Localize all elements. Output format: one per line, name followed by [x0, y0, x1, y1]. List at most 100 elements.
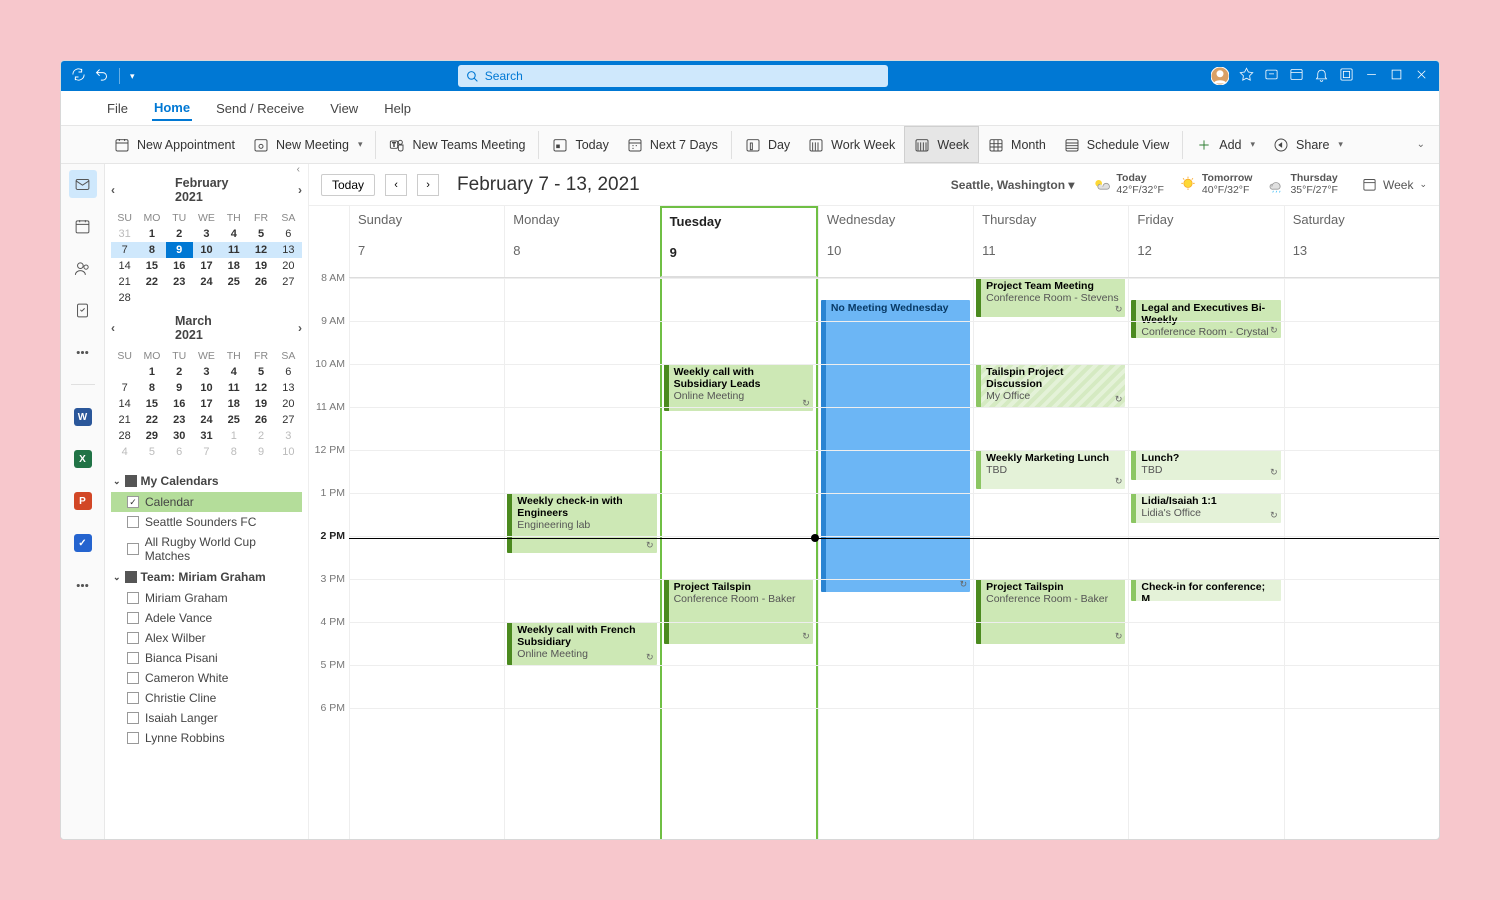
- word-rail-icon[interactable]: W: [69, 403, 97, 431]
- schedule-view-button[interactable]: Schedule View: [1055, 126, 1178, 163]
- mini-day[interactable]: [111, 364, 138, 380]
- calendar-group-header[interactable]: ⌄My Calendars: [111, 470, 302, 492]
- mini-day[interactable]: 12: [247, 242, 274, 258]
- group-checkbox[interactable]: [125, 475, 137, 487]
- calendar-event[interactable]: Weekly Marketing LunchTBD↻: [976, 450, 1125, 489]
- calendar-event[interactable]: Lidia/Isaiah 1:1Lidia's Office↻: [1131, 493, 1280, 523]
- mini-day[interactable]: 27: [275, 412, 302, 428]
- mini-day[interactable]: 13: [275, 242, 302, 258]
- close-icon[interactable]: [1414, 67, 1429, 85]
- mini-day[interactable]: 25: [220, 274, 247, 290]
- calendar-checkbox[interactable]: [127, 516, 139, 528]
- weather-location[interactable]: Seattle, Washington ▾: [951, 178, 1075, 192]
- mini-day[interactable]: 9: [166, 380, 193, 396]
- day-header[interactable]: Sunday7: [349, 206, 504, 277]
- menu-item-file[interactable]: File: [105, 97, 130, 120]
- tasks-rail-icon[interactable]: [69, 296, 97, 324]
- new-meeting-button[interactable]: New Meeting: [244, 126, 371, 163]
- mini-day[interactable]: 6: [275, 226, 302, 242]
- calendar-checkbox[interactable]: [127, 632, 139, 644]
- day-column[interactable]: Project Team MeetingConference Room - St…: [973, 278, 1128, 839]
- day-column[interactable]: [349, 278, 504, 839]
- calendar-item[interactable]: Seattle Sounders FC: [111, 512, 302, 532]
- mini-day[interactable]: 23: [166, 412, 193, 428]
- share-button[interactable]: Share: [1264, 126, 1352, 163]
- mini-day[interactable]: [193, 290, 220, 306]
- menu-item-send-receive[interactable]: Send / Receive: [214, 97, 306, 120]
- calendar-checkbox[interactable]: [127, 732, 139, 744]
- calendar-item[interactable]: Miriam Graham: [111, 588, 302, 608]
- calendar-rail-icon[interactable]: [69, 212, 97, 240]
- mini-day[interactable]: 21: [111, 274, 138, 290]
- mini-day[interactable]: 20: [275, 396, 302, 412]
- calendar-event[interactable]: Tailspin Project DiscussionMy Office↻: [976, 364, 1125, 407]
- mini-day[interactable]: 22: [138, 412, 165, 428]
- mini-day[interactable]: 24: [193, 274, 220, 290]
- mini-day[interactable]: 16: [166, 258, 193, 274]
- mini-day[interactable]: [220, 290, 247, 306]
- goto-today-button[interactable]: Today: [321, 174, 375, 196]
- next-week-button[interactable]: ›: [417, 174, 439, 196]
- mini-day[interactable]: 24: [193, 412, 220, 428]
- powerpoint-rail-icon[interactable]: P: [69, 487, 97, 515]
- calendar-event[interactable]: Project Team MeetingConference Room - St…: [976, 278, 1125, 317]
- calendar-checkbox[interactable]: [127, 543, 139, 555]
- mini-day[interactable]: 28: [111, 290, 138, 306]
- mini-day[interactable]: 8: [138, 380, 165, 396]
- qat-customize-icon[interactable]: ▾: [130, 71, 135, 82]
- mini-day[interactable]: 1: [220, 428, 247, 444]
- more-apps-icon[interactable]: [69, 571, 97, 599]
- calendar-event[interactable]: No Meeting Wednesday↻: [821, 300, 970, 592]
- day-header[interactable]: Monday8: [504, 206, 659, 277]
- mini-day[interactable]: 8: [220, 444, 247, 460]
- calendar-group-header[interactable]: ⌄Team: Miriam Graham: [111, 566, 302, 588]
- calendar-checkbox[interactable]: [127, 672, 139, 684]
- mini-day[interactable]: 11: [220, 380, 247, 396]
- calendar-item[interactable]: Isaiah Langer: [111, 708, 302, 728]
- mini-day[interactable]: 22: [138, 274, 165, 290]
- calendar-event[interactable]: Project TailspinConference Room - Baker↻: [664, 579, 813, 644]
- day-column[interactable]: Weekly check-in with EngineersEngineerin…: [504, 278, 659, 839]
- mini-day[interactable]: 3: [193, 226, 220, 242]
- new-appointment-button[interactable]: New Appointment: [105, 126, 244, 163]
- mini-day[interactable]: 31: [111, 226, 138, 242]
- weather-day[interactable]: Tomorrow40°F/32°F: [1178, 173, 1253, 196]
- minimize-icon[interactable]: [1364, 67, 1379, 85]
- undo-icon[interactable]: [94, 67, 109, 85]
- day-header[interactable]: Friday12: [1128, 206, 1283, 277]
- mini-day[interactable]: 6: [166, 444, 193, 460]
- next-month-icon[interactable]: ›: [298, 321, 302, 335]
- mini-day[interactable]: [166, 290, 193, 306]
- day-view-button[interactable]: Day: [736, 126, 799, 163]
- mini-day[interactable]: 28: [111, 428, 138, 444]
- mini-day[interactable]: 21: [111, 412, 138, 428]
- mini-day[interactable]: 10: [193, 380, 220, 396]
- menu-item-view[interactable]: View: [328, 97, 360, 120]
- mini-day[interactable]: 5: [247, 364, 274, 380]
- mini-day[interactable]: 18: [220, 258, 247, 274]
- mini-day[interactable]: 30: [166, 428, 193, 444]
- today-button[interactable]: Today: [543, 126, 617, 163]
- day-column[interactable]: No Meeting Wednesday↻: [818, 278, 973, 839]
- next-month-icon[interactable]: ›: [298, 183, 302, 197]
- calendar-event[interactable]: Weekly call with Subsidiary LeadsOnline …: [664, 364, 813, 411]
- mini-day[interactable]: 1: [138, 226, 165, 242]
- day-header[interactable]: Tuesday9: [660, 206, 818, 277]
- window-settings-icon[interactable]: [1339, 67, 1354, 85]
- mini-day[interactable]: 13: [275, 380, 302, 396]
- notifications-icon[interactable]: [1314, 67, 1329, 85]
- mini-day[interactable]: 16: [166, 396, 193, 412]
- day-header[interactable]: Saturday13: [1284, 206, 1439, 277]
- mini-day[interactable]: 29: [138, 428, 165, 444]
- prev-week-button[interactable]: ‹: [385, 174, 407, 196]
- view-select[interactable]: Week ⌄: [1362, 177, 1427, 192]
- add-button[interactable]: Add: [1187, 126, 1264, 163]
- mini-day[interactable]: 23: [166, 274, 193, 290]
- mini-day[interactable]: 17: [193, 396, 220, 412]
- calendar-event[interactable]: Lunch?TBD↻: [1131, 450, 1280, 480]
- day-column[interactable]: [1284, 278, 1439, 839]
- search-input[interactable]: Search: [458, 65, 888, 87]
- calendar-event[interactable]: Weekly check-in with EngineersEngineerin…: [507, 493, 656, 553]
- day-column[interactable]: Legal and Executives Bi-WeeklyConference…: [1128, 278, 1283, 839]
- mini-day[interactable]: 12: [247, 380, 274, 396]
